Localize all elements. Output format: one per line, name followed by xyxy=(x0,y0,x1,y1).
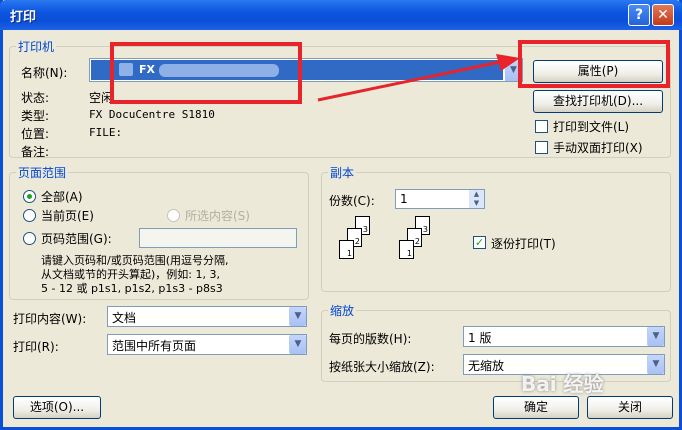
collate-page-1a: 1 xyxy=(339,240,354,259)
status-label: 状态: xyxy=(21,91,50,105)
print-what-value: 文档 xyxy=(112,311,137,325)
copies-count-input[interactable]: 1 ▲ ▼ xyxy=(395,189,485,209)
collate-page-1b: 1 xyxy=(399,240,414,259)
annotation-box-printer xyxy=(110,42,302,104)
pages-per-sheet-label: 每页的版数(H): xyxy=(329,332,412,346)
print-what-label: 打印内容(W): xyxy=(13,312,87,326)
chevron-down-icon[interactable]: ▼ xyxy=(647,327,664,346)
type-label: 类型: xyxy=(21,109,50,123)
page-number-2a: 2 xyxy=(354,237,360,246)
copies-count-value: 1 xyxy=(400,192,408,206)
copies-group: 副本 xyxy=(321,164,671,292)
chevron-down-icon[interactable]: ▼ xyxy=(647,355,664,374)
collate-checkbox[interactable]: ✓ xyxy=(473,236,486,249)
comment-label: 备注: xyxy=(21,145,50,159)
page-range-label[interactable]: 页码范围(G): xyxy=(41,230,112,247)
print-to-file-label[interactable]: 打印到文件(L) xyxy=(553,118,629,135)
title-bar[interactable]: 打印 ? ✕ xyxy=(0,0,682,30)
where-label: 位置: xyxy=(21,127,50,141)
print-to-file-checkbox[interactable] xyxy=(535,120,548,133)
type-value: FX DocuCentre S1810 xyxy=(89,108,215,121)
options-button[interactable]: 选项(O)... xyxy=(13,396,101,419)
copies-count-label: 份数(C): xyxy=(329,194,375,208)
copies-spinner[interactable]: ▲ ▼ xyxy=(469,190,484,208)
printer-group-title: 打印机 xyxy=(16,38,57,55)
zoom-group-title: 缩放 xyxy=(328,302,357,319)
print-what-select[interactable]: 文档 ▼ xyxy=(107,306,307,327)
pages-per-sheet-select[interactable]: 1 版 ▼ xyxy=(463,326,665,347)
page-number-3a: 3 xyxy=(362,225,368,234)
page-range-input[interactable] xyxy=(139,228,297,248)
scale-value: 无缩放 xyxy=(468,359,505,373)
page-range-group-title: 页面范围 xyxy=(16,164,69,181)
chevron-down-icon[interactable]: ▼ xyxy=(289,307,306,326)
cancel-button[interactable]: 关闭 xyxy=(587,396,673,419)
chevron-down-icon[interactable]: ▼ xyxy=(289,335,306,354)
pages-per-sheet-value: 1 版 xyxy=(468,331,492,345)
window-title: 打印 xyxy=(10,10,37,25)
all-pages-radio[interactable] xyxy=(23,190,36,203)
page-range-hint-line-3: 5 - 12 或 p1s1, p1s2, p1s3 - p8s3 xyxy=(41,282,223,295)
scale-label: 按纸张大小缩放(Z): xyxy=(329,360,435,374)
selection-label: 所选内容(S) xyxy=(185,209,250,223)
ok-button[interactable]: 确定 xyxy=(493,396,579,419)
manual-duplex-checkbox[interactable] xyxy=(535,141,548,154)
printer-name-label: 名称(N): xyxy=(21,66,68,80)
annotation-box-properties xyxy=(518,40,670,88)
current-page-radio[interactable] xyxy=(23,209,36,222)
close-window-button[interactable]: ✕ xyxy=(652,4,674,26)
help-button[interactable]: ? xyxy=(628,4,650,26)
print-label: 打印(R): xyxy=(13,340,59,354)
all-pages-label[interactable]: 全部(A) xyxy=(41,188,83,205)
page-range-radio[interactable] xyxy=(23,232,36,245)
current-page-label[interactable]: 当前页(E) xyxy=(41,207,94,224)
page-number-1b: 1 xyxy=(406,249,412,258)
page-number-2b: 2 xyxy=(414,237,420,246)
watermark: Bai 经验 xyxy=(521,372,604,396)
manual-duplex-label[interactable]: 手动双面打印(X) xyxy=(553,139,643,156)
selection-radio xyxy=(167,209,180,222)
copies-group-title: 副本 xyxy=(328,164,357,181)
collate-label[interactable]: 逐份打印(T) xyxy=(491,235,556,252)
page-number-1a: 1 xyxy=(346,249,352,258)
where-value: FILE: xyxy=(89,126,123,139)
print-value: 范围中所有页面 xyxy=(112,339,197,353)
print-select[interactable]: 范围中所有页面 ▼ xyxy=(107,334,307,355)
find-printer-button[interactable]: 查找打印机(D)... xyxy=(533,90,663,113)
page-number-3b: 3 xyxy=(422,225,428,234)
